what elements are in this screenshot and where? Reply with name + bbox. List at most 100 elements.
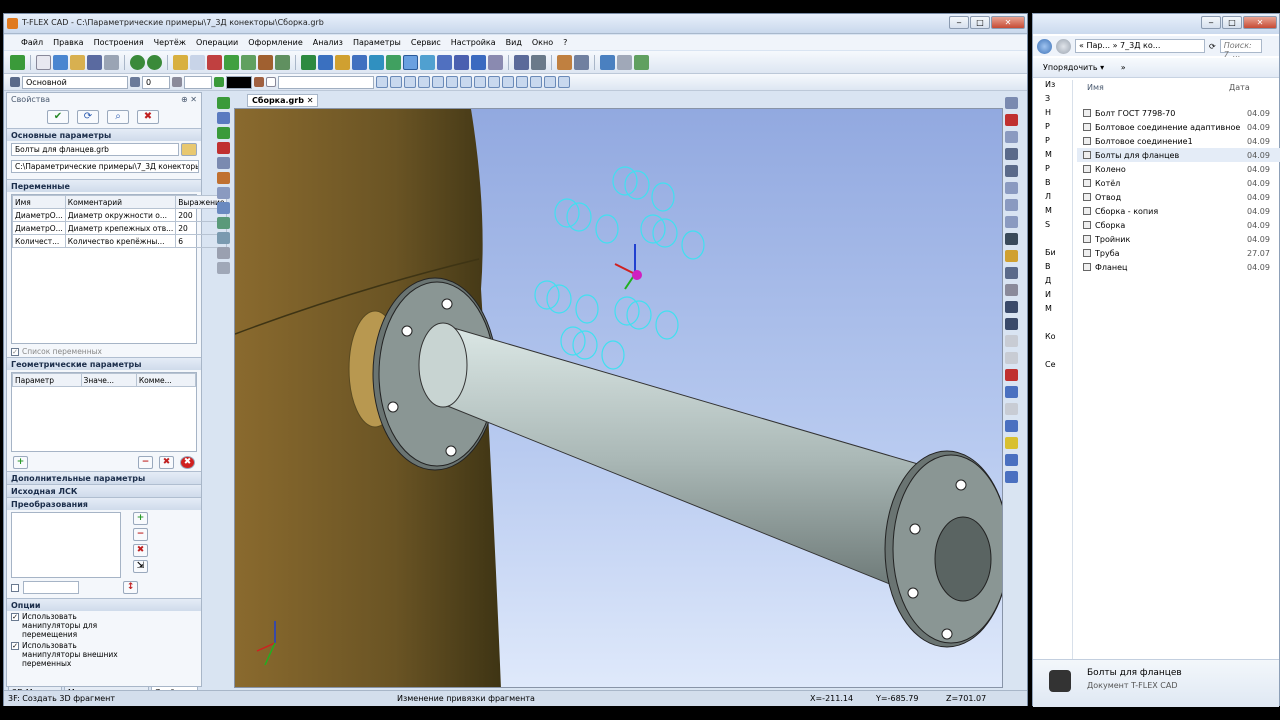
view-icon[interactable]: [217, 157, 230, 169]
move-transform-button[interactable]: ↕: [123, 581, 138, 594]
corner-icon[interactable]: [217, 172, 230, 184]
check-box-icon[interactable]: [266, 77, 276, 87]
boolean-icon[interactable]: [369, 54, 384, 70]
nav-item[interactable]: Р: [1033, 122, 1072, 136]
refresh-button[interactable]: ⟳: [77, 110, 99, 124]
file-row[interactable]: Фланец 04.09: [1077, 260, 1280, 274]
close-tab-icon[interactable]: ✕: [307, 96, 314, 105]
snap-icon-3[interactable]: [404, 76, 416, 88]
cube-icon[interactable]: [1005, 386, 1018, 398]
nav-item[interactable]: Ко: [1033, 332, 1072, 346]
explorer-close-button[interactable]: ✕: [1243, 16, 1277, 29]
cut-icon[interactable]: [1005, 403, 1018, 415]
extrude-icon[interactable]: [301, 54, 316, 70]
menu-operations[interactable]: Операции: [191, 35, 243, 50]
file-row[interactable]: Болтовое соединение1 04.09: [1077, 134, 1280, 148]
zoom-prev-icon[interactable]: [1005, 216, 1018, 228]
path-field[interactable]: « Пар... » 7_3Д ко...: [1075, 39, 1205, 53]
priority-icon[interactable]: [172, 77, 182, 87]
section-extra-params[interactable]: Дополнительные параметры: [7, 471, 201, 484]
add-param-button[interactable]: +: [13, 456, 28, 469]
color-combo[interactable]: [226, 75, 252, 89]
nav-item[interactable]: М: [1033, 150, 1072, 164]
snap-icon-9[interactable]: [488, 76, 500, 88]
wireframe-icon[interactable]: [1005, 335, 1018, 347]
nav-item[interactable]: З: [1033, 94, 1072, 108]
array-icon[interactable]: [420, 54, 435, 70]
cancel-button[interactable]: ✖: [137, 110, 159, 124]
section-source-lcs[interactable]: Исходная ЛСК: [7, 484, 201, 497]
col-header-name[interactable]: Имя: [1077, 83, 1229, 92]
new-3d-icon[interactable]: [53, 54, 68, 70]
snap-icon[interactable]: [376, 76, 388, 88]
nav-item[interactable]: М: [1033, 206, 1072, 220]
measure-icon[interactable]: [514, 54, 529, 70]
section-main-params[interactable]: Основные параметры: [7, 128, 201, 141]
shell-icon[interactable]: [471, 54, 486, 70]
fragment-file-field[interactable]: Болты для фланцев.grb: [11, 143, 179, 156]
col-value[interactable]: Значе...: [80, 373, 137, 387]
remove-param-button[interactable]: −: [138, 456, 153, 469]
level-combo[interactable]: 0: [142, 75, 170, 89]
zoom-out-icon[interactable]: [1005, 199, 1018, 211]
var-list-checkbox[interactable]: ✓: [11, 348, 19, 356]
manip-icon[interactable]: [217, 202, 230, 214]
maximize-button[interactable]: □: [970, 16, 990, 29]
transforms-list[interactable]: [11, 512, 121, 578]
nav-item[interactable]: [1033, 346, 1072, 360]
menu-file[interactable]: Файл: [16, 35, 48, 50]
snap-icon-6[interactable]: [446, 76, 458, 88]
section-geometry[interactable]: Геометрические параметры: [7, 357, 201, 370]
nav-item[interactable]: Д: [1033, 276, 1072, 290]
link-icon[interactable]: [600, 54, 615, 70]
menu-drawing[interactable]: Чертёж: [149, 35, 191, 50]
nav-item[interactable]: В: [1033, 262, 1072, 276]
menu-view[interactable]: Вид: [501, 35, 527, 50]
edit-transform-button[interactable]: ⇲: [133, 560, 148, 573]
folder-icon[interactable]: [181, 143, 197, 156]
file-row[interactable]: Тройник 04.09: [1077, 232, 1280, 246]
table-row[interactable]: Количест... Количество крепёжны... 6: [12, 234, 228, 248]
nav-item[interactable]: В: [1033, 178, 1072, 192]
document-tab[interactable]: Сборка.grb ✕: [247, 94, 319, 107]
transform-spinner[interactable]: [23, 581, 79, 594]
clear-params-button[interactable]: ✖: [180, 456, 195, 469]
section-variables[interactable]: Переменные: [7, 179, 201, 192]
panel-pin-icon[interactable]: ⊕ ✕: [181, 95, 197, 104]
nav-item[interactable]: [1033, 234, 1072, 248]
col-comment[interactable]: Комме...: [135, 373, 197, 387]
close-button[interactable]: ✕: [991, 16, 1025, 29]
cancel-red-icon[interactable]: [217, 142, 230, 154]
nav-item[interactable]: [1033, 318, 1072, 332]
organize-button[interactable]: Упорядочить ▾: [1043, 63, 1104, 72]
snap-icon-11[interactable]: [516, 76, 528, 88]
more-button[interactable]: »: [1121, 63, 1126, 72]
manipulator-gizmo[interactable]: [614, 244, 642, 290]
3d-path-icon[interactable]: [258, 54, 273, 70]
apply-icon[interactable]: [217, 97, 230, 109]
check-icon[interactable]: [10, 54, 25, 70]
undo-icon[interactable]: [130, 54, 145, 70]
link-green-icon[interactable]: [217, 127, 230, 139]
save-icon[interactable]: [87, 54, 102, 70]
file-row[interactable]: Колено 04.09: [1077, 162, 1280, 176]
screen-icon[interactable]: [1005, 471, 1018, 483]
rotate-manip-icon[interactable]: [217, 217, 230, 229]
edit-icon[interactable]: [557, 54, 572, 70]
menu-construct[interactable]: Построения: [89, 35, 149, 50]
nav-item[interactable]: Се: [1033, 360, 1072, 374]
snap-icon-8[interactable]: [474, 76, 486, 88]
hidden-icon[interactable]: [1005, 352, 1018, 364]
col-param[interactable]: Параметр: [12, 373, 82, 387]
nav-item[interactable]: М: [1033, 304, 1072, 318]
menu-help[interactable]: ?: [558, 35, 572, 50]
pipe[interactable]: [439, 323, 936, 596]
section-transforms[interactable]: Преобразования: [7, 497, 201, 510]
snap-icon-13[interactable]: [544, 76, 556, 88]
preview-button[interactable]: ⌕: [107, 110, 129, 124]
file-row[interactable]: Сборка 04.09: [1077, 218, 1280, 232]
calc-icon[interactable]: [574, 54, 589, 70]
axis-icon[interactable]: [207, 54, 222, 70]
fillet-icon[interactable]: [386, 54, 401, 70]
shading-icon[interactable]: [1005, 318, 1018, 330]
